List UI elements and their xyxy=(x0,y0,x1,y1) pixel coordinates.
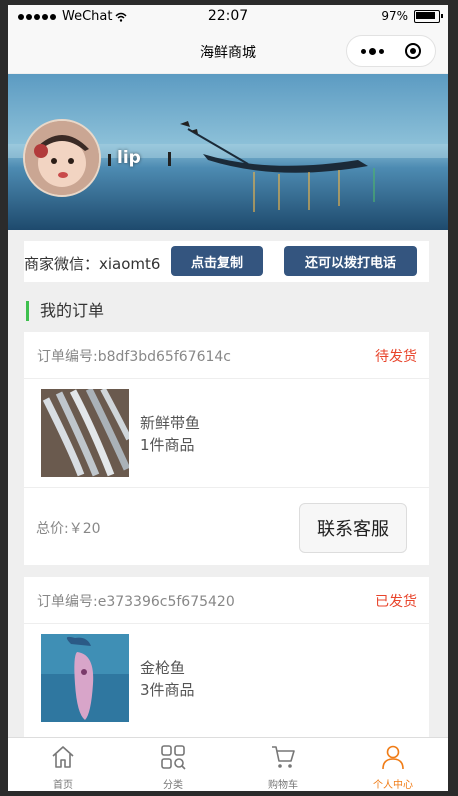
product-thumbnail[interactable] xyxy=(41,389,129,477)
category-icon xyxy=(161,745,186,770)
order-number: 订单编号:b8df3bd65f67614c xyxy=(37,349,231,365)
more-icon[interactable] xyxy=(361,47,384,55)
username: lip xyxy=(117,148,141,168)
section-title: 我的订单 xyxy=(26,301,104,321)
order-card[interactable]: 订单编号:e373396c5f675420 已发货 金枪鱼 3件商品 xyxy=(24,577,429,747)
nav-bar: 海鲜商城 xyxy=(8,29,448,73)
battery-percent: 97% xyxy=(381,9,408,23)
tab-cart[interactable]: 购物车 xyxy=(228,738,338,791)
order-status: 已发货 xyxy=(375,594,417,610)
order-footer: 总价:￥20 联系客服 xyxy=(24,487,429,566)
copy-button[interactable]: 点击复制 xyxy=(171,246,263,276)
home-icon xyxy=(52,746,74,768)
profile-banner: lip xyxy=(8,74,448,230)
mini-program-capsule[interactable] xyxy=(346,35,436,67)
order-header: 订单编号:e373396c5f675420 已发货 xyxy=(24,577,429,624)
tab-category[interactable]: 分类 xyxy=(118,738,228,791)
product-name: 新鲜带鱼 xyxy=(140,414,201,432)
order-total: 总价:￥20 xyxy=(36,521,101,537)
order-card[interactable]: 订单编号:b8df3bd65f67614c 待发货 新鲜带鱼 1件商品 总价:￥… xyxy=(24,332,429,565)
status-bar: WeChat 22:07 97% xyxy=(8,5,448,29)
tab-bar: 首页 分类 购物车 个人中心 xyxy=(8,737,448,791)
tab-label: 个人中心 xyxy=(373,780,413,791)
phone-frame: WeChat 22:07 97% 海鲜商城 lip 商家微信：xiaomt6 点… xyxy=(8,5,448,791)
order-header: 订单编号:b8df3bd65f67614c 待发货 xyxy=(24,332,429,379)
item-count: 1件商品 xyxy=(140,436,195,454)
tab-label: 购物车 xyxy=(268,780,298,791)
tab-label: 首页 xyxy=(53,780,73,791)
order-status: 待发货 xyxy=(375,349,417,365)
tab-label: 分类 xyxy=(163,780,183,791)
user-icon xyxy=(382,745,404,770)
order-number: 订单编号:e373396c5f675420 xyxy=(37,594,235,610)
battery-group: 97% xyxy=(381,9,443,23)
item-count: 3件商品 xyxy=(140,681,195,699)
tab-home[interactable]: 首页 xyxy=(8,738,118,791)
product-thumbnail[interactable] xyxy=(41,634,129,722)
merchant-wechat-label: 商家微信：xiaomt6 xyxy=(24,255,161,273)
merchant-contact-row: 商家微信：xiaomt6 点击复制 还可以拨打电话 xyxy=(24,241,429,282)
contact-service-button[interactable]: 联系客服 xyxy=(299,503,407,553)
call-button[interactable]: 还可以拨打电话 xyxy=(284,246,417,276)
avatar[interactable] xyxy=(23,119,101,197)
tab-profile[interactable]: 个人中心 xyxy=(338,738,448,791)
cart-icon xyxy=(272,746,295,768)
product-name: 金枪鱼 xyxy=(140,659,186,677)
battery-icon xyxy=(414,9,443,23)
close-target-icon[interactable] xyxy=(405,43,421,59)
